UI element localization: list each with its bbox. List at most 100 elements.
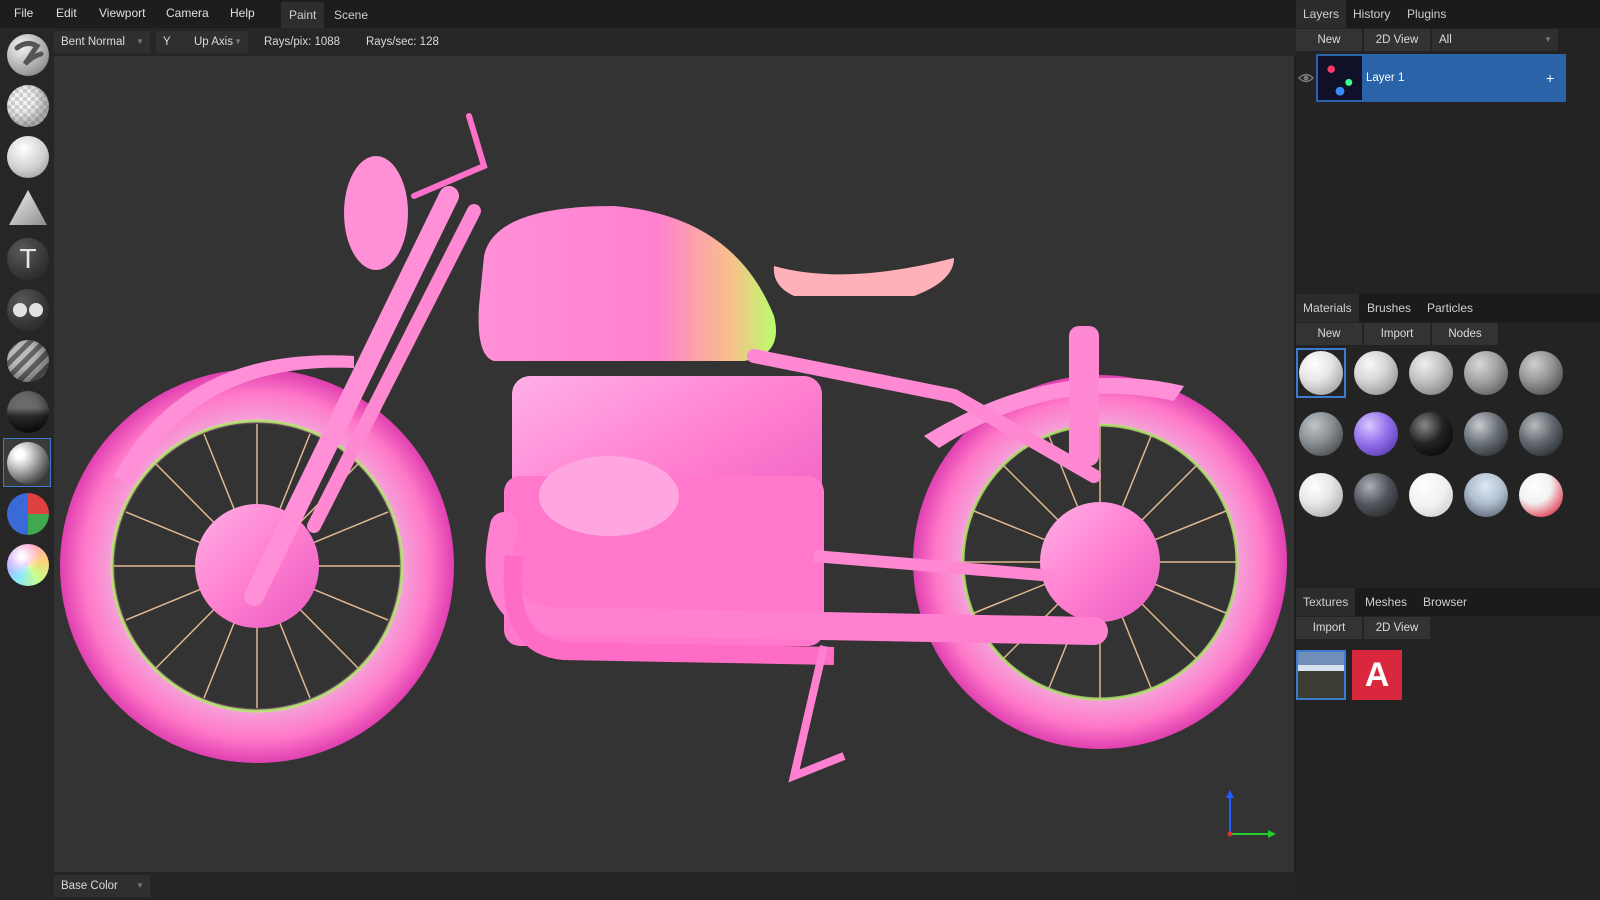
viewport-header: Bent Normal ▼ Y Up Axis ▼ Rays/pix: 1088… [54, 28, 1296, 56]
material-sphere-icon [1464, 351, 1508, 395]
viewport-footer: Base Color ▼ [54, 872, 1296, 900]
3d-viewport[interactable] [54, 56, 1294, 872]
layer-thumbnail [1318, 56, 1362, 100]
menu-edit[interactable]: Edit [54, 0, 79, 26]
material-swatch[interactable] [1461, 470, 1511, 520]
up-axis-dropdown[interactable]: Y Up Axis ▼ [156, 31, 248, 53]
up-axis-label: Up Axis [194, 36, 233, 48]
particle-tool[interactable] [3, 387, 51, 436]
tab-browser[interactable]: Browser [1416, 588, 1474, 616]
material-swatch[interactable] [1296, 470, 1346, 520]
import-texture-button[interactable]: Import [1296, 617, 1362, 639]
menu-camera[interactable]: Camera [164, 0, 211, 26]
layers-panel: New 2D View All ▼ Layer 1 + [1296, 28, 1600, 294]
material-swatch[interactable] [1461, 348, 1511, 398]
eye-icon[interactable] [1298, 70, 1314, 86]
colorid-tool[interactable] [3, 489, 51, 538]
two-dots-icon [7, 289, 49, 331]
tab-brushes[interactable]: Brushes [1360, 294, 1418, 322]
material-sphere-icon [1519, 412, 1563, 456]
textures-2d-view-button[interactable]: 2D View [1364, 617, 1430, 639]
material-swatch[interactable] [1296, 348, 1346, 398]
textures-panel: Import 2D View A [1296, 616, 1600, 900]
bake-tool[interactable] [3, 438, 51, 487]
menu-viewport[interactable]: Viewport [97, 0, 147, 26]
layers-2d-view-button[interactable]: 2D View [1364, 29, 1430, 51]
material-swatch[interactable] [1516, 470, 1566, 520]
new-material-button[interactable]: New [1296, 323, 1362, 345]
textures-tabbar: Textures Meshes Browser [1296, 588, 1600, 616]
brush-tool[interactable] [3, 30, 51, 79]
clone-tool[interactable] [3, 285, 51, 334]
tab-particles[interactable]: Particles [1420, 294, 1480, 322]
material-swatch[interactable] [1461, 409, 1511, 459]
material-sphere-icon [1519, 351, 1563, 395]
channel-dropdown[interactable]: Base Color ▼ [54, 875, 150, 897]
tab-paint[interactable]: Paint [281, 2, 325, 28]
material-sphere-icon [1409, 351, 1453, 395]
material-sphere-icon [1354, 412, 1398, 456]
fill-tool[interactable] [3, 132, 51, 181]
menu-file[interactable]: File [12, 0, 35, 26]
tab-materials[interactable]: Materials [1296, 294, 1359, 322]
brush-stroke-icon [7, 34, 49, 76]
material-swatch[interactable] [1351, 348, 1401, 398]
chevron-down-icon: ▼ [1544, 35, 1552, 44]
tab-scene[interactable]: Scene [326, 2, 376, 28]
material-sphere-icon [1519, 473, 1563, 517]
material-sphere-icon [1409, 473, 1453, 517]
material-sphere-icon [1354, 351, 1398, 395]
import-material-button[interactable]: Import [1364, 323, 1430, 345]
eraser-tool[interactable] [3, 81, 51, 130]
layer-filter-dropdown[interactable]: All ▼ [1432, 29, 1558, 51]
axis-gizmo [1226, 790, 1276, 838]
tab-plugins[interactable]: Plugins [1400, 0, 1453, 28]
grass-sphere-icon [7, 391, 49, 433]
layer-add-button[interactable]: + [1546, 54, 1554, 102]
decal-tool[interactable] [3, 183, 51, 232]
right-sidebar: Layers History Plugins New 2D View All ▼… [1296, 0, 1600, 900]
nodes-button[interactable]: Nodes [1432, 323, 1498, 345]
layer-row[interactable]: Layer 1 + [1296, 54, 1600, 102]
viewport-mode-dropdown[interactable]: Bent Normal ▼ [54, 31, 150, 53]
material-swatch[interactable] [1351, 470, 1401, 520]
materials-tabbar: Materials Brushes Particles [1296, 294, 1600, 322]
logo-texture[interactable]: A [1352, 650, 1402, 700]
new-layer-button[interactable]: New [1296, 29, 1362, 51]
tab-meshes[interactable]: Meshes [1358, 588, 1414, 616]
material-swatch[interactable] [1516, 409, 1566, 459]
channel-value: Base Color [61, 880, 118, 892]
material-swatch[interactable] [1516, 348, 1566, 398]
rays-per-pixel: Rays/pix: 1088 [264, 36, 341, 48]
viewport-mode-value: Bent Normal [61, 36, 125, 48]
material-sphere-icon [1299, 473, 1343, 517]
material-sphere-icon [1299, 412, 1343, 456]
colorid-sphere-icon [7, 493, 49, 535]
menu-help[interactable]: Help [228, 0, 257, 26]
material-swatch[interactable] [1296, 409, 1346, 459]
ao-sphere-icon [7, 442, 49, 484]
blur-tool[interactable] [3, 336, 51, 385]
text-tool[interactable]: T [3, 234, 51, 283]
tab-layers[interactable]: Layers [1296, 0, 1347, 28]
material-swatch[interactable] [1406, 409, 1456, 459]
picker-tool[interactable] [3, 540, 51, 589]
material-sphere-icon [1299, 351, 1343, 395]
tab-textures[interactable]: Textures [1296, 588, 1356, 616]
tab-history[interactable]: History [1346, 0, 1397, 28]
checker-sphere-icon [7, 85, 49, 127]
layer-name: Layer 1 [1366, 72, 1405, 84]
stripes-sphere-icon [7, 340, 49, 382]
material-swatch[interactable] [1406, 348, 1456, 398]
landscape-texture[interactable] [1296, 650, 1346, 700]
text-T-icon: T [7, 238, 49, 280]
material-sphere-icon [1464, 412, 1508, 456]
layer-filter-value: All [1439, 34, 1452, 46]
tool-bar: T [0, 28, 54, 900]
material-swatch[interactable] [1351, 409, 1401, 459]
material-sphere-icon [1409, 412, 1453, 456]
motorcycle-model[interactable] [54, 56, 1294, 872]
material-swatch[interactable] [1406, 470, 1456, 520]
material-sphere-icon [1354, 473, 1398, 517]
chevron-down-icon: ▼ [136, 37, 144, 46]
